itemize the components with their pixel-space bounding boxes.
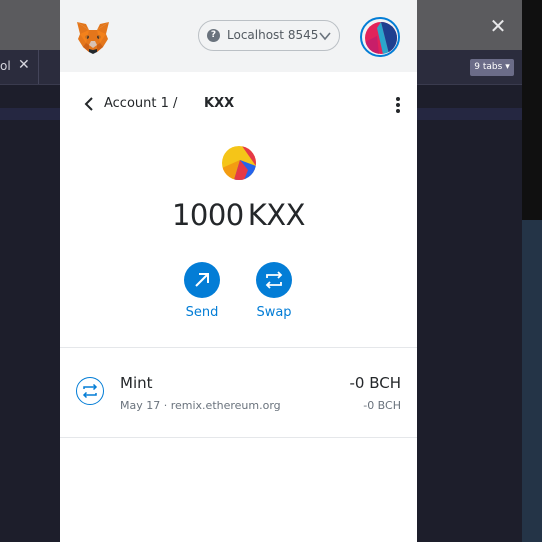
kebab-menu-icon[interactable] — [392, 96, 404, 114]
account-avatar-icon[interactable] — [360, 17, 400, 57]
transaction-amount: -0 BCH — [349, 374, 401, 392]
transaction-title: Mint — [120, 374, 153, 392]
ide-right-pane — [522, 0, 542, 220]
swap-arrows-icon — [76, 377, 104, 405]
balance-symbol: KXX — [247, 198, 306, 232]
send-label: Send — [185, 305, 219, 320]
metamask-popup: ? Localhost 8545 Account 1 / KXX 1000 KX… — [60, 0, 417, 542]
network-selector[interactable]: ? Localhost 8545 — [198, 20, 340, 51]
metamask-fox-icon[interactable] — [75, 19, 111, 55]
ide-right-pane-lower — [522, 220, 542, 542]
divider — [60, 437, 417, 438]
tabs-count-label: 9 tabs — [474, 62, 503, 72]
question-icon: ? — [207, 29, 220, 42]
swap-arrows-icon — [256, 262, 292, 298]
balance-amount: 1000 — [171, 198, 244, 232]
ide-tab-label: ol — [0, 59, 11, 73]
tabs-count-button[interactable]: 9 tabs ▾ — [470, 59, 514, 76]
swap-label: Swap — [256, 305, 292, 320]
back-arrow-icon[interactable] — [84, 97, 94, 111]
transaction-subtitle: May 17 · remix.ethereum.org — [120, 399, 281, 412]
network-label: Localhost 8545 — [227, 28, 319, 42]
metamask-header: ? Localhost 8545 — [60, 0, 417, 72]
ide-tab[interactable]: ol ✕ — [0, 50, 39, 84]
token-balance: 1000 KXX — [60, 198, 417, 232]
chevron-down-icon — [319, 32, 331, 41]
send-arrow-icon — [184, 262, 220, 298]
breadcrumb-account[interactable]: Account 1 / — [104, 96, 177, 111]
close-icon[interactable]: ✕ — [484, 12, 512, 40]
token-icon — [222, 146, 256, 180]
swap-button[interactable]: Swap — [244, 262, 304, 322]
transaction-fiat-amount: -0 BCH — [363, 399, 401, 412]
transaction-row[interactable]: Mint May 17 · remix.ethereum.org -0 BCH … — [60, 348, 417, 437]
breadcrumb-token: KXX — [204, 96, 235, 111]
send-button[interactable]: Send — [172, 262, 232, 322]
close-icon[interactable]: ✕ — [18, 57, 30, 73]
